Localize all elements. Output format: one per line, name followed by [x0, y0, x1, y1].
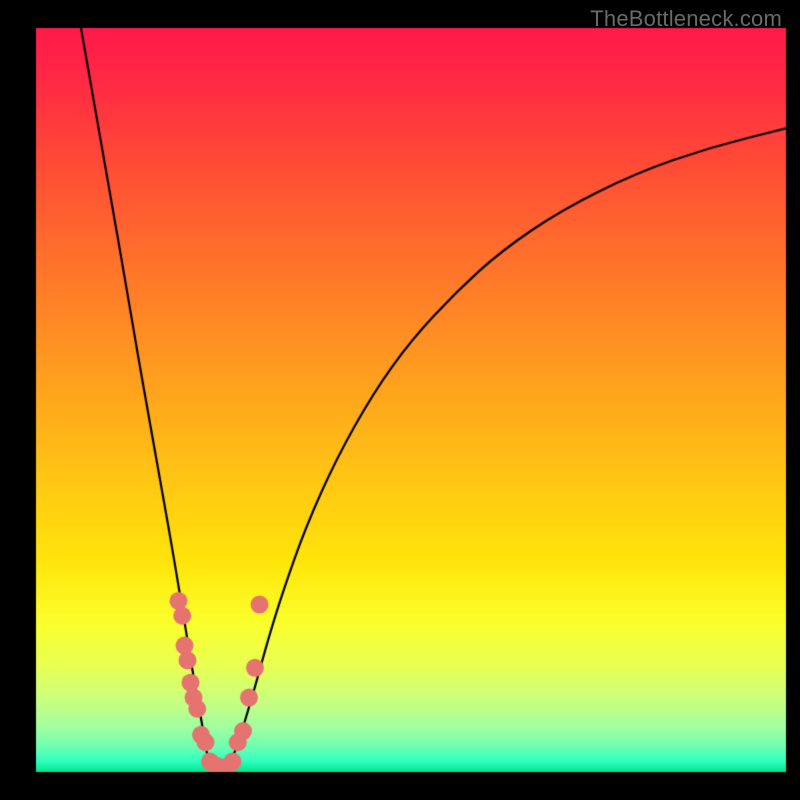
bottleneck-chart-canvas — [0, 0, 800, 800]
figure-frame: TheBottleneck.com — [0, 0, 800, 800]
